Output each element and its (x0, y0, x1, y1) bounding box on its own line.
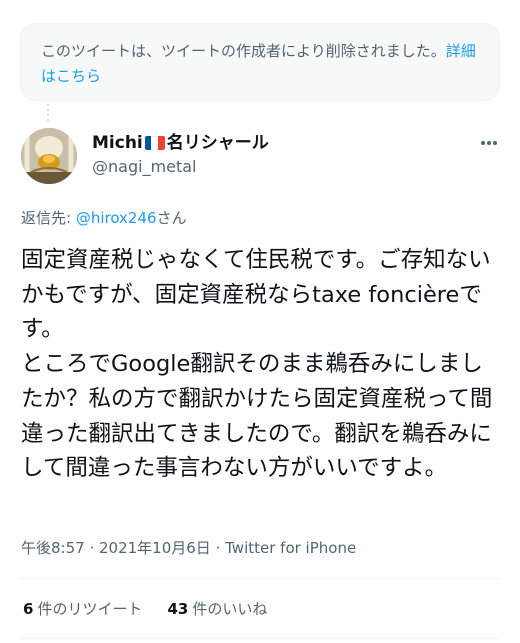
avatar[interactable] (21, 128, 77, 184)
tweet-time[interactable]: 午後8:57 (21, 539, 85, 557)
more-options-icon[interactable] (478, 132, 500, 154)
thread-connector (47, 104, 49, 124)
deleted-tweet-notice: このツイートは、ツイートの作成者により削除されました。詳細はこちら (20, 23, 500, 101)
likes-label: 件のいいね (192, 600, 268, 618)
likes-count: 43 (167, 600, 189, 618)
author-name[interactable]: Michi 名リシャール (92, 132, 269, 154)
avatar-image-icon (21, 128, 77, 184)
retweets-count: 6 (23, 600, 34, 618)
divider-bottom (21, 638, 500, 639)
tweet-meta: 午後8:57 · 2021年10月6日 · Twitter for iPhone (21, 539, 357, 557)
reply-to-line: 返信先: @hirox246さん (21, 207, 187, 229)
reply-to-handle[interactable]: @hirox246 (76, 209, 157, 227)
deleted-notice-text: このツイートは、ツイートの作成者により削除されました。 (41, 42, 446, 60)
tweet-text: 固定資産税じゃなくて住民税です。ご存知ないかもですが、固定資産税ならtaxe f… (21, 247, 493, 482)
reply-to-label: 返信先: (21, 209, 76, 227)
author-name-suffix: 名リシャール (166, 133, 269, 153)
france-flag-icon (144, 136, 165, 150)
author-handle[interactable]: @nagi_metal (92, 156, 197, 178)
retweets-label: 件のリツイート (37, 600, 143, 618)
tweet-source: Twitter for iPhone (225, 539, 357, 557)
author-name-prefix: Michi (92, 133, 143, 153)
likes-stat[interactable]: 43 件のいいね (167, 598, 267, 620)
retweets-stat[interactable]: 6 件のリツイート (23, 598, 142, 620)
divider (21, 578, 500, 579)
tweet-stats: 6 件のリツイート 43 件のいいね (23, 598, 292, 620)
tweet-date[interactable]: 2021年10月6日 (99, 539, 211, 557)
reply-to-suffix: さん (156, 209, 187, 227)
